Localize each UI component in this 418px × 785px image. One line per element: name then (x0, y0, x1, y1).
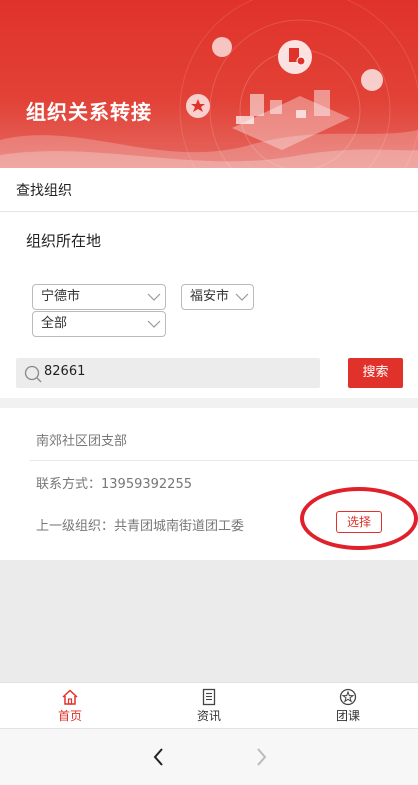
chevron-left-icon[interactable] (145, 743, 173, 771)
district-select-value: 福安市 (190, 289, 230, 304)
tab-news[interactable]: 资讯 (169, 683, 249, 729)
page-title: 组织关系转接 (26, 100, 152, 124)
search-button[interactable]: 搜索 (348, 358, 403, 388)
city-select-value: 宁德市 (41, 289, 81, 304)
result-card: 南郊社区团支部 联系方式：13959392255 上一级组织：共青团城南街道团工… (0, 408, 418, 560)
home-icon (62, 689, 78, 705)
chevron-right-icon[interactable] (247, 743, 275, 771)
tab-course[interactable]: 团课 (308, 683, 388, 729)
document-icon (202, 688, 216, 706)
section-title: 查找组织 (16, 183, 72, 199)
chevron-down-icon (147, 293, 161, 301)
chevron-down-icon (235, 293, 249, 301)
section-header: 查找组织 (0, 168, 418, 212)
star-badge-icon (339, 688, 357, 706)
district-select[interactable]: 福安市 (181, 284, 254, 310)
org-name: 南郊社区团支部 (36, 434, 128, 449)
header-banner: 组织关系转接 (0, 0, 418, 168)
search-input[interactable]: 82661 (16, 358, 320, 388)
org-contact: 联系方式：13959392255 (36, 477, 192, 492)
city-select[interactable]: 宁德市 (32, 284, 166, 310)
tab-home-label: 首页 (57, 709, 82, 723)
filter-panel: 组织所在地 宁德市 福安市 全部 82661 搜索 (0, 212, 418, 398)
bottom-tab-bar: 首页 资讯 团课 (0, 682, 418, 728)
banner-illustration (0, 0, 418, 168)
search-icon (24, 365, 42, 383)
select-button[interactable]: 选择 (336, 511, 382, 533)
org-parent: 上一级组织：共青团城南街道团工委 (36, 519, 245, 534)
section-divider (0, 398, 418, 408)
scope-select-value: 全部 (41, 316, 68, 331)
tab-home[interactable]: 首页 (30, 683, 110, 729)
tab-course-label: 团课 (335, 709, 360, 723)
browser-nav-bar (0, 728, 418, 785)
scope-select[interactable]: 全部 (32, 311, 166, 337)
tab-news-label: 资讯 (196, 709, 221, 723)
divider (30, 460, 418, 461)
chevron-down-icon (147, 320, 161, 328)
location-label: 组织所在地 (26, 232, 102, 250)
search-input-value: 82661 (44, 364, 86, 379)
